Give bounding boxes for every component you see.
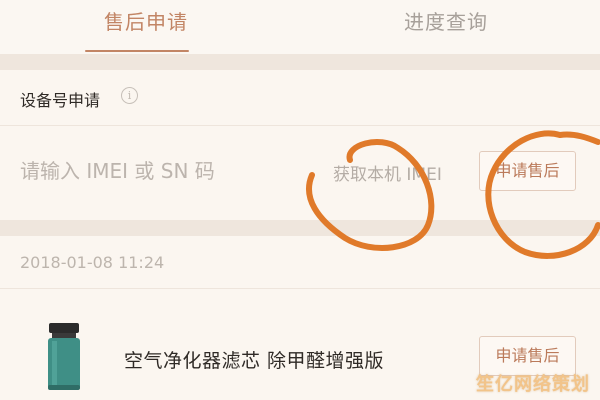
section-gap — [0, 54, 600, 70]
apply-aftersale-button-device[interactable]: 申请售后 — [479, 151, 576, 191]
tab-aftersale-apply[interactable]: 售后申请 — [104, 6, 188, 35]
section-gap — [0, 220, 600, 236]
watermark-text: 笙亿网络策划 — [476, 374, 590, 395]
imei-sn-input[interactable] — [20, 159, 310, 183]
section-title: 设备号申请 — [20, 91, 101, 110]
product-name: 空气净化器滤芯 除甲醛增强版 — [124, 350, 385, 372]
get-device-imei-link[interactable]: 获取本机 IMEI — [333, 160, 442, 185]
filter-cartridge-image — [48, 323, 80, 390]
tab-progress-query[interactable]: 进度查询 — [404, 6, 488, 35]
info-icon[interactable]: i — [121, 87, 138, 104]
active-tab-indicator — [85, 50, 189, 52]
tab-bar: 售后申请 进度查询 — [0, 0, 600, 54]
order-date: 2018-01-08 11:24 — [20, 253, 165, 272]
device-apply-section: 设备号申请 i — [0, 70, 600, 220]
divider — [0, 288, 600, 289]
divider — [0, 125, 600, 126]
